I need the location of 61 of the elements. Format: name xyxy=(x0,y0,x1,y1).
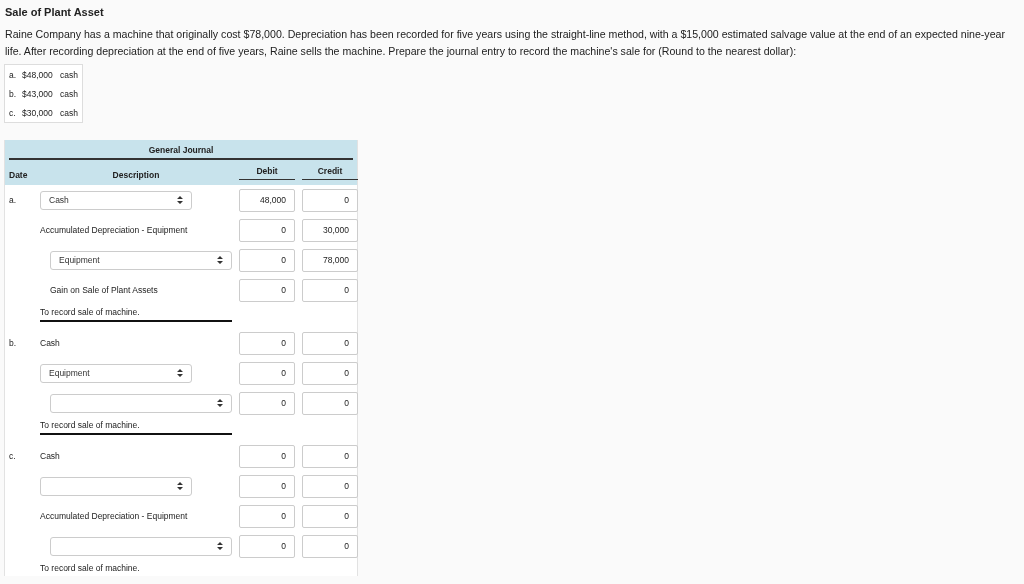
option-label: cash xyxy=(60,107,78,118)
debit-field[interactable]: 0 xyxy=(239,331,295,355)
entry-letter: b. xyxy=(9,338,18,348)
account-dropdown[interactable] xyxy=(50,536,232,556)
column-header: Debit xyxy=(239,166,295,180)
credit-field[interactable]: 0 xyxy=(302,474,358,498)
account-dropdown[interactable] xyxy=(50,393,232,413)
credit-field[interactable]: 78,000 xyxy=(302,248,358,272)
account-dropdown[interactable]: Cash xyxy=(40,190,192,210)
up-down-arrows-icon xyxy=(177,482,183,490)
option-letter: c. xyxy=(9,107,17,118)
question-text: Raine Company has a machine that originally cost $78,000. Depreciation has been recorded for five years using the straight-line method, with a $15,000 estimated salvage value at the end of an expected nine-year life. After recording depreciation at the end of five years, Raine sells the machine. Prepare the journal entry to record the machine's sale for (Round to the nearest dollar): xyxy=(5,27,1006,59)
entry-letter: a. xyxy=(9,195,18,205)
account-dropdown[interactable]: Equipment xyxy=(50,250,232,270)
credit-field[interactable]: 0 xyxy=(302,444,358,468)
entry-memo: To record sale of machine. xyxy=(40,418,232,435)
credit-field[interactable]: 0 xyxy=(302,391,358,415)
account-dropdown[interactable] xyxy=(40,476,192,496)
option-amount: $30,000 xyxy=(22,107,54,118)
option-label: cash xyxy=(60,88,78,99)
column-header: Credit xyxy=(302,166,358,180)
credit-field[interactable]: 30,000 xyxy=(302,218,358,242)
option-letter: a. xyxy=(9,69,18,80)
credit-field[interactable]: 0 xyxy=(302,361,358,385)
option-amount: $48,000 xyxy=(22,69,54,80)
credit-field[interactable]: 0 xyxy=(302,331,358,355)
option-letter: b. xyxy=(9,88,18,99)
debit-field[interactable]: 0 xyxy=(239,474,295,498)
up-down-arrows-icon xyxy=(217,256,223,264)
credit-field[interactable]: 0 xyxy=(302,534,358,558)
account-dropdown[interactable]: Equipment xyxy=(40,363,192,383)
column-header: Date xyxy=(9,170,29,180)
credit-field[interactable]: 0 xyxy=(302,278,358,302)
debit-field[interactable]: 0 xyxy=(239,391,295,415)
debit-field[interactable]: 0 xyxy=(239,534,295,558)
option-amount: $43,000 xyxy=(22,88,54,99)
option-label: cash xyxy=(60,69,78,80)
credit-field[interactable]: 0 xyxy=(302,188,358,212)
account-name: Cash xyxy=(40,338,60,348)
debit-field[interactable]: 0 xyxy=(239,361,295,385)
up-down-arrows-icon xyxy=(217,399,223,407)
entry-memo: To record sale of machine. xyxy=(40,561,232,576)
column-header: Description xyxy=(111,170,161,180)
entry-memo: To record sale of machine. xyxy=(40,305,232,322)
debit-field[interactable]: 0 xyxy=(239,504,295,528)
debit-field[interactable]: 0 xyxy=(239,248,295,272)
account-name: Gain on Sale of Plant Assets xyxy=(50,285,158,295)
up-down-arrows-icon xyxy=(177,196,183,204)
debit-field[interactable]: 0 xyxy=(239,218,295,242)
account-name: Accumulated Depreciation - Equipment xyxy=(40,225,188,235)
account-name: Cash xyxy=(40,451,60,461)
credit-field[interactable]: 0 xyxy=(302,504,358,528)
debit-field[interactable]: 0 xyxy=(239,444,295,468)
account-name: Accumulated Depreciation - Equipment xyxy=(40,511,188,521)
journal-title: General Journal xyxy=(9,143,353,160)
debit-field[interactable]: 0 xyxy=(239,278,295,302)
up-down-arrows-icon xyxy=(217,542,223,550)
question-title: Sale of Plant Asset xyxy=(5,6,105,18)
debit-field[interactable]: 48,000 xyxy=(239,188,295,212)
entry-letter: c. xyxy=(9,451,17,461)
up-down-arrows-icon xyxy=(177,369,183,377)
